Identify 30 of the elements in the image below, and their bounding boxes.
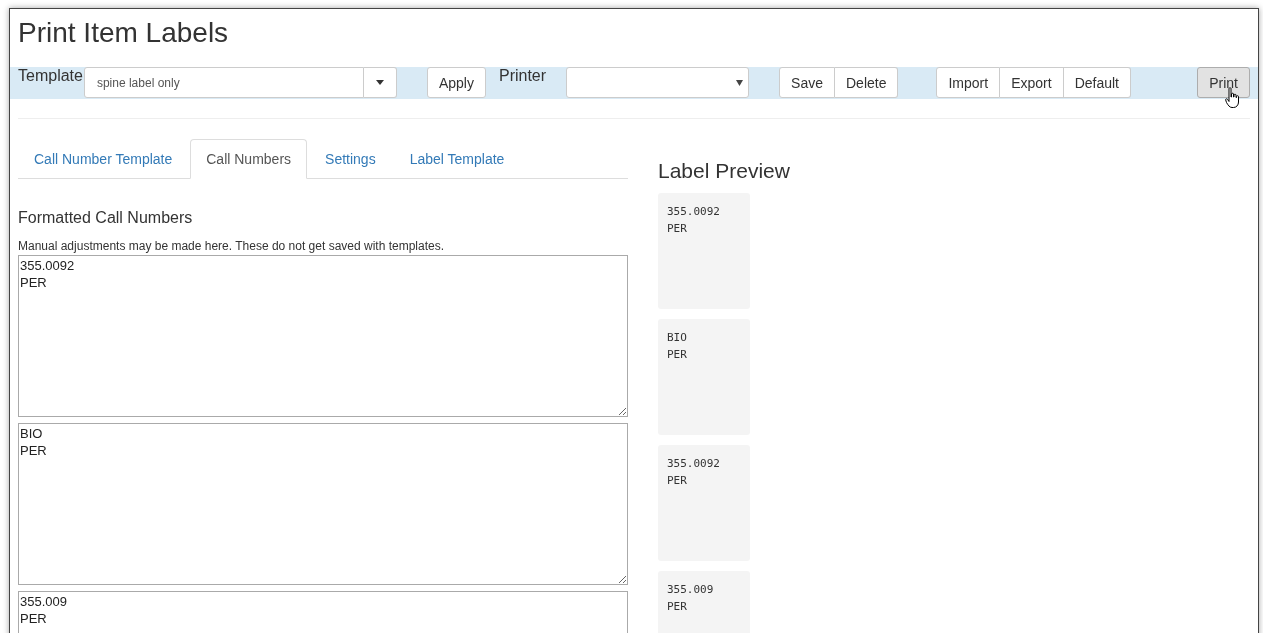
- call-number-field[interactable]: 355.009 PER: [18, 591, 628, 633]
- apply-button[interactable]: Apply: [426, 67, 486, 98]
- label-preview: 355.0092 PER: [658, 193, 750, 309]
- label-preview: 355.009 PER: [658, 571, 750, 633]
- call-number-field[interactable]: BIO PER: [18, 423, 628, 585]
- section-heading: Formatted Call Numbers: [18, 209, 194, 227]
- label-preview: BIO PER: [658, 319, 750, 435]
- toolbar-button[interactable]: Delete: [835, 67, 899, 98]
- tab[interactable]: Settings: [309, 139, 392, 179]
- template-field[interactable]: spine label only: [83, 67, 364, 98]
- caret-icon: [375, 80, 384, 85]
- toolbar-button[interactable]: Import: [936, 67, 1001, 98]
- print-button[interactable]: Print: [1197, 67, 1250, 98]
- toolbar-button[interactable]: Export: [1000, 67, 1064, 98]
- printer-select[interactable]: [566, 67, 750, 98]
- caret-icon: [736, 79, 744, 86]
- tab[interactable]: Label Template: [393, 139, 521, 179]
- help-text: Manual adjustments may be made here. These do not get saved with templates.: [18, 239, 446, 253]
- tab[interactable]: Call Numbers: [190, 139, 308, 179]
- template-dropdown-button[interactable]: [363, 67, 397, 98]
- tab[interactable]: Call Number Template: [18, 139, 189, 179]
- toolbar-button[interactable]: Save: [779, 67, 835, 98]
- preview-heading: Label Preview: [658, 159, 790, 183]
- hand-cursor-icon: [1225, 87, 1241, 109]
- printer-label: Printer: [498, 67, 547, 85]
- template-label: Template: [18, 67, 83, 85]
- toolbar-button[interactable]: Default: [1063, 67, 1131, 98]
- window-title: Print Item Labels: [17, 16, 230, 50]
- label-preview: 355.0092 PER: [658, 445, 750, 561]
- call-number-field[interactable]: 355.0092 PER: [18, 255, 628, 417]
